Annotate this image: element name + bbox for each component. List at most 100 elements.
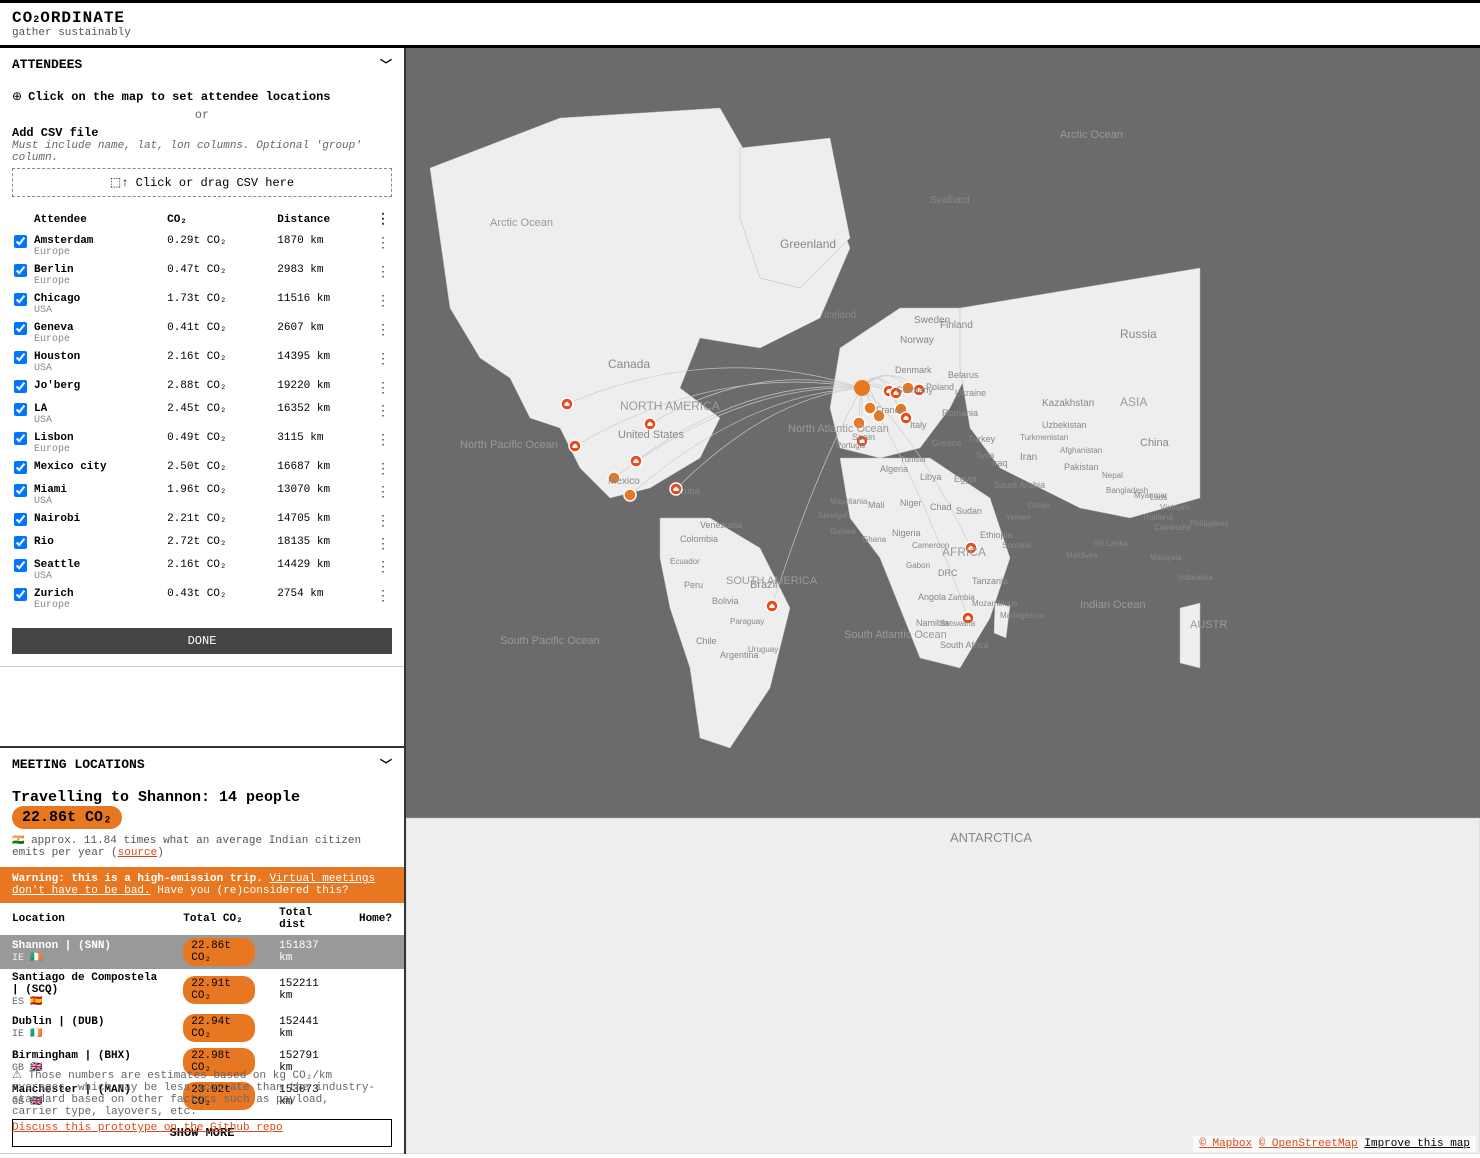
row-menu-icon[interactable]: ⋮ (376, 236, 390, 252)
map-label: Chile (696, 636, 717, 646)
table-row[interactable]: Dublin | (DUB)IE 🇮🇪22.94t CO₂152441 km (0, 1011, 404, 1045)
table-row: Mexico city2.50t CO₂16687 km⋮ (12, 458, 392, 481)
header-menu-icon[interactable]: ⋮ (376, 212, 390, 228)
location-dist: 151837 km (267, 935, 347, 969)
attendee-checkbox[interactable] (14, 513, 27, 526)
done-button[interactable]: DONE (12, 628, 392, 654)
attendee-name: Jo'berg (34, 380, 163, 392)
attendee-name: Seattle (34, 559, 163, 571)
map-label: Vietnam (1160, 503, 1190, 512)
map-marker[interactable] (864, 402, 876, 414)
app-header: CO2ORDINATE gather sustainably (0, 0, 1480, 48)
attendee-checkbox[interactable] (14, 432, 27, 445)
attendee-checkbox[interactable] (14, 588, 27, 601)
attendee-checkbox[interactable] (14, 461, 27, 474)
map-label: Thailand (1142, 513, 1173, 522)
dropzone-text: Click or drag CSV here (136, 176, 294, 190)
attendees-panel: ATTENDEES ﹀ ⊕ Click on the map to set at… (0, 48, 404, 667)
source-link[interactable]: source (118, 847, 158, 859)
attendee-name: Geneva (34, 322, 163, 334)
map-marker[interactable] (766, 600, 778, 612)
map-label: Iran (1020, 452, 1037, 463)
row-menu-icon[interactable]: ⋮ (376, 381, 390, 397)
attendees-title: ATTENDEES (12, 57, 82, 72)
map-marker[interactable] (561, 398, 573, 410)
attendee-co2: 0.29t CO₂ (165, 232, 275, 261)
map-label: Madagascar (1000, 611, 1044, 620)
attendee-co2: 0.49t CO₂ (165, 429, 275, 458)
map-label: Sudan (956, 506, 982, 516)
map-label: Philippines (1190, 519, 1229, 528)
map-label: Malaysia (1150, 553, 1182, 562)
attendee-name: Chicago (34, 293, 163, 305)
attendee-co2: 0.47t CO₂ (165, 261, 275, 290)
attendee-checkbox[interactable] (14, 559, 27, 572)
table-row[interactable]: Shannon | (SNN)IE 🇮🇪22.86t CO₂151837 km (0, 935, 404, 969)
attendee-co2: 0.43t CO₂ (165, 585, 275, 614)
github-link[interactable]: Discuss this prototype on the Github rep… (12, 1122, 378, 1134)
meeting-panel-header[interactable]: MEETING LOCATIONS ﹀ (0, 748, 404, 781)
attendee-dist: 1870 km (275, 232, 374, 261)
map-label: South Africa (940, 640, 989, 650)
map-label: Indonesia (1178, 573, 1213, 582)
row-menu-icon[interactable]: ⋮ (376, 514, 390, 530)
csv-dropzone[interactable]: ⬚↑ Click or drag CSV here (12, 168, 392, 197)
warning-icon: ⚠ (12, 1070, 22, 1082)
map-label: Portugal (836, 441, 866, 450)
attendee-checkbox[interactable] (14, 235, 27, 248)
attendee-name: LA (34, 403, 163, 415)
row-menu-icon[interactable]: ⋮ (376, 589, 390, 605)
attendee-checkbox[interactable] (14, 351, 27, 364)
attendee-checkbox[interactable] (14, 380, 27, 393)
improve-map-link[interactable]: Improve this map (1364, 1138, 1470, 1150)
row-menu-icon[interactable]: ⋮ (376, 352, 390, 368)
map[interactable]: Arctic OceanArctic OceanGreenlandSvalbar… (406, 48, 1480, 1154)
map-label: Afghanistan (1060, 446, 1102, 455)
attendee-checkbox[interactable] (14, 264, 27, 277)
row-menu-icon[interactable]: ⋮ (376, 294, 390, 310)
osm-link[interactable]: © OpenStreetMap (1259, 1138, 1358, 1150)
mapbox-link[interactable]: © Mapbox (1199, 1138, 1252, 1150)
attendee-dist: 19220 km (275, 377, 374, 400)
row-menu-icon[interactable]: ⋮ (376, 265, 390, 281)
map-label: Norway (900, 335, 934, 346)
row-menu-icon[interactable]: ⋮ (376, 404, 390, 420)
map-label: Yemen (1006, 513, 1031, 522)
map-marker[interactable] (624, 489, 636, 501)
map-marker[interactable] (630, 455, 642, 467)
table-row: Nairobi2.21t CO₂14705 km⋮ (12, 510, 392, 533)
map-label: Ethiopia (980, 530, 1013, 540)
attendee-checkbox[interactable] (14, 293, 27, 306)
location-co2-pill: 22.91t CO₂ (183, 976, 255, 1004)
attendees-panel-header[interactable]: ATTENDEES ﹀ (0, 48, 404, 81)
row-menu-icon[interactable]: ⋮ (376, 560, 390, 576)
map-label: Somalia (1002, 541, 1031, 550)
location-co2-pill: 22.94t CO₂ (183, 1014, 255, 1042)
attendee-co2: 2.21t CO₂ (165, 510, 275, 533)
row-menu-icon[interactable]: ⋮ (376, 323, 390, 339)
warning-bar: Warning: this is a high-emission trip. V… (0, 867, 404, 903)
attendee-checkbox[interactable] (14, 403, 27, 416)
row-menu-icon[interactable]: ⋮ (376, 462, 390, 478)
row-menu-icon[interactable]: ⋮ (376, 485, 390, 501)
map-label: Niger (900, 498, 922, 508)
map-label: Egypt (954, 474, 978, 484)
attendee-region: Europe (34, 247, 163, 258)
map-label: Iraq (992, 458, 1008, 468)
row-menu-icon[interactable]: ⋮ (376, 433, 390, 449)
table-row: AmsterdamEurope0.29t CO₂1870 km⋮ (12, 232, 392, 261)
attendee-checkbox[interactable] (14, 536, 27, 549)
attendee-name: Mexico city (34, 461, 163, 473)
map-label: Italy (910, 420, 927, 430)
map-label: Uruguay (748, 645, 778, 654)
map-label: North Atlantic Ocean (788, 423, 889, 435)
attendee-checkbox[interactable] (14, 322, 27, 335)
map-label: Canada (608, 357, 650, 371)
map-marker[interactable] (569, 440, 581, 452)
map-label: Nigeria (892, 528, 921, 538)
attendee-co2: 1.96t CO₂ (165, 481, 275, 510)
attendee-table: Attendee CO₂ Distance ⋮ AmsterdamEurope0… (12, 207, 392, 614)
attendee-checkbox[interactable] (14, 484, 27, 497)
table-row[interactable]: Santiago de Compostela | (SCQ)ES 🇪🇸22.91… (0, 969, 404, 1011)
row-menu-icon[interactable]: ⋮ (376, 537, 390, 553)
